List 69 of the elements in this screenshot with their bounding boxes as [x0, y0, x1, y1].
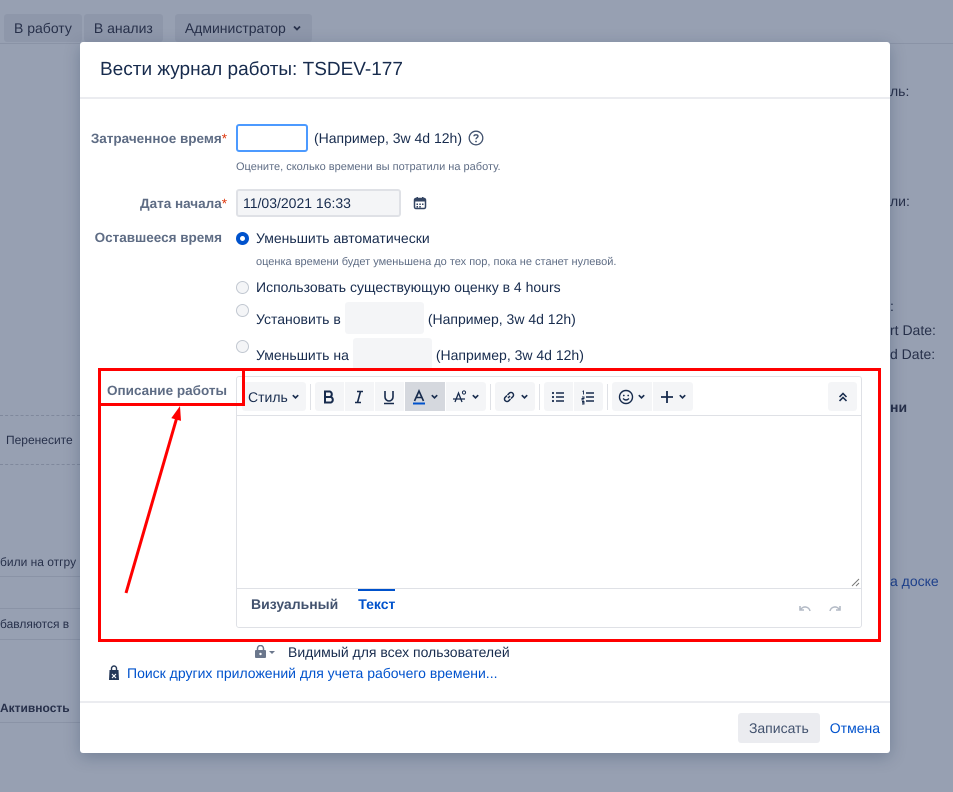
- plus-icon: [658, 388, 675, 404]
- time-field[interactable]: [352, 338, 432, 370]
- chevron-icon: [636, 392, 646, 401]
- time-spent-field[interactable]: [236, 124, 308, 152]
- editor-tab[interactable]: Визуальный: [251, 589, 338, 612]
- marketplace-link[interactable]: Поиск других приложений для учета рабочего времени...: [127, 665, 498, 681]
- background-text: :: [890, 297, 894, 316]
- option-label: Уменьшить на: [256, 347, 349, 363]
- italic-button[interactable]: [344, 382, 374, 411]
- underline-button[interactable]: [374, 382, 404, 411]
- workflow-button[interactable]: В анализ: [84, 14, 163, 42]
- background-text: ль:: [890, 82, 910, 101]
- chevron-icon: [290, 392, 300, 401]
- cancel-link[interactable]: Отмена: [830, 720, 880, 736]
- bold-button[interactable]: [314, 382, 344, 411]
- option-label: Уменьшить автоматически: [256, 230, 430, 246]
- date-field[interactable]: 11/03/2021 16:33: [236, 189, 401, 217]
- visibility-label: Видимый для всех пользователей: [288, 644, 510, 660]
- clear-format-icon: [452, 388, 468, 404]
- editor-tab[interactable]: Текст: [358, 589, 396, 612]
- help-icon[interactable]: [468, 130, 484, 146]
- text-color-button[interactable]: [404, 382, 445, 411]
- radio-button[interactable]: [236, 232, 249, 244]
- link-button[interactable]: [494, 382, 535, 411]
- format-hint: (Например, 3w 4d 12h): [436, 347, 584, 363]
- insert-button[interactable]: [652, 382, 693, 411]
- field-label: Оставшееся время: [94, 230, 222, 245]
- format-hint: (Например, 3w 4d 12h): [428, 311, 576, 327]
- option-label: Установить в: [256, 311, 341, 327]
- field-label: Затраченное время: [90, 131, 222, 146]
- radio-button[interactable]: [236, 280, 249, 294]
- emoji-icon: [618, 388, 634, 404]
- bullets-button[interactable]: [544, 382, 573, 411]
- format-button[interactable]: [446, 382, 486, 411]
- text-color-icon: [410, 388, 427, 404]
- chevron-icon: [678, 392, 687, 401]
- style-dropdown[interactable]: Стиль: [242, 382, 306, 411]
- dialog-title: Вести журнал работы: TSDEV-177: [100, 58, 403, 80]
- option-note: оценка времени будет уменьшена до тех пор, пока не станет нулевой.: [256, 256, 618, 268]
- workflow-button[interactable]: Администратор: [174, 14, 312, 42]
- emoji-button[interactable]: [612, 382, 652, 411]
- background-text: ли:: [890, 192, 910, 211]
- visibility-dropdown[interactable]: [254, 645, 276, 659]
- collapse-button[interactable]: [828, 382, 857, 411]
- section-heading: ни: [890, 398, 908, 417]
- background-link[interactable]: а доске: [890, 571, 939, 591]
- radio-button[interactable]: [236, 304, 249, 317]
- required-mark: *: [222, 131, 227, 146]
- shopping-bag-icon: [108, 665, 120, 681]
- field-label: Дата начала: [140, 196, 222, 211]
- chevron-icon: [470, 392, 480, 401]
- workflow-button[interactable]: В работу: [4, 14, 82, 42]
- chevron-icon: [430, 392, 439, 401]
- chevron-icon: [520, 392, 529, 401]
- background-text: d Date:: [890, 345, 936, 364]
- radio-button[interactable]: [236, 340, 249, 353]
- lock-icon: [254, 645, 276, 659]
- save-button[interactable]: Записать: [738, 713, 820, 743]
- resize-grip-icon[interactable]: [850, 577, 860, 587]
- required-mark: *: [222, 196, 227, 211]
- field-description: Оцените, сколько времени вы потратили на работу.: [236, 161, 502, 173]
- numbers-button[interactable]: [574, 382, 603, 411]
- chevron-icon: [292, 23, 302, 33]
- background-text: rt Date:: [890, 321, 936, 340]
- field-label: Описание работы: [107, 383, 227, 398]
- calendar-icon[interactable]: [413, 196, 427, 210]
- format-hint: (Например, 3w 4d 12h): [314, 130, 462, 146]
- option-label: Использовать существующую оценку в 4 hours: [256, 279, 561, 295]
- numbered-list-icon: [580, 388, 596, 404]
